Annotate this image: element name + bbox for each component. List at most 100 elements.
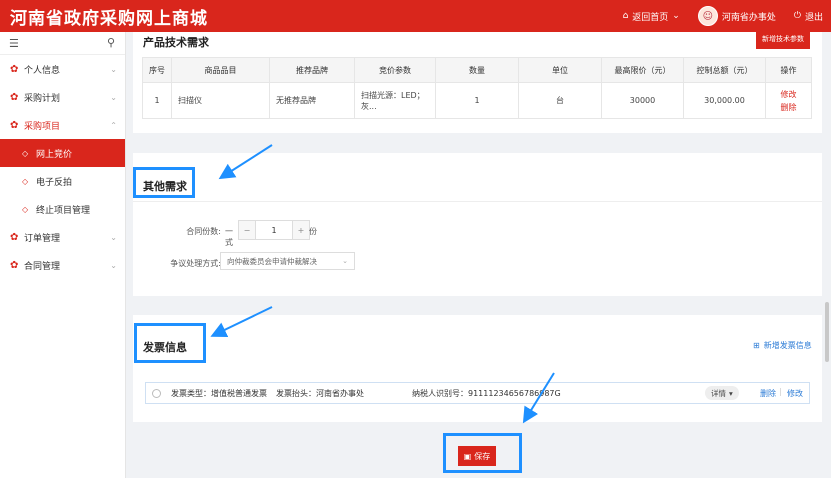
link-separator: | — [779, 387, 782, 396]
detail-dropdown[interactable]: 详情 ▾ — [705, 386, 739, 400]
column-header: 推荐品牌 — [269, 57, 355, 83]
section-title: 其他需求 — [143, 180, 187, 193]
column-header: 操作 — [765, 57, 812, 83]
sidebar-subitem-label: 终止项目管理 — [36, 205, 91, 216]
flower-icon: ✿ — [10, 119, 19, 131]
cell-unit: 台 — [518, 82, 602, 119]
add-invoice-label: 新增发票信息 — [763, 341, 812, 350]
column-header: 商品品目 — [171, 57, 270, 83]
invoice-card: 发票信息 ⊞ 新增发票信息 发票类型：增值税普通发票 发票抬头：河南省办事处 纳… — [133, 315, 822, 422]
invoice-type: 发票类型：增值税普通发票 — [171, 388, 267, 398]
radio-button[interactable] — [152, 388, 161, 398]
sidebar-item-order-management[interactable]: ✿ 订单管理 ⌄ — [0, 223, 125, 251]
home-link[interactable]: ⌂ 返回首页 ⌄ — [623, 10, 680, 23]
cell-no: 1 — [142, 82, 172, 119]
increment-button[interactable]: + — [293, 221, 309, 239]
table-header-row: 序号 商品品目 推荐品牌 竞价参数 数量 单位 最高限价（元） 控制总额（元） … — [142, 57, 812, 83]
invoice-tax-id: 纳税人识别号：911112346567869​87G — [412, 388, 561, 398]
divider — [133, 201, 822, 202]
sidebar-item-label: 合同管理 — [24, 261, 61, 272]
diamond-icon: ◇ — [22, 148, 29, 158]
chevron-down-icon: ⌄ — [342, 257, 348, 265]
invoice-delete-link[interactable]: 删除 — [760, 388, 776, 399]
sidebar-item-label: 个人信息 — [24, 65, 61, 76]
delete-link[interactable]: 删除 — [767, 101, 810, 114]
save-label: 保存 — [474, 451, 491, 461]
invoice-item[interactable]: 发票类型：增值税普通发票 发票抬头：河南省办事处 纳税人识别号：91111234… — [145, 382, 810, 404]
dispute-select[interactable]: 向仲裁委员会申请仲裁解决 ⌄ — [220, 252, 355, 270]
sidebar-item-label: 采购项目 — [24, 121, 61, 132]
chevron-down-icon: ⌄ — [110, 64, 117, 74]
sidebar-subitem-reverse-auction[interactable]: ◇ 电子反拍 — [0, 167, 125, 195]
invoice-header: 发票抬头：河南省办事处 — [276, 388, 364, 398]
column-header: 数量 — [435, 57, 519, 83]
home-label: 返回首页 — [632, 12, 669, 23]
top-bar: 河南省政府采购网上商城 ⌂ 返回首页 ⌄ ☺ 河南省办事处 ⏻ 退出 — [0, 0, 831, 32]
user-menu[interactable]: ☺ 河南省办事处 — [697, 6, 776, 26]
cell-total: 30,000.00 — [683, 82, 766, 119]
logout-label: 退出 — [804, 12, 823, 23]
sidebar-item-purchase-plan[interactable]: ✿ 采购计划 ⌄ — [0, 83, 125, 111]
sidebar-subitem-label: 电子反拍 — [36, 177, 73, 188]
cell-actions: 修改 删除 — [765, 82, 812, 119]
add-tech-param-button[interactable]: 新增技术参数 — [756, 29, 810, 49]
other-requirements-card: 其他需求 合同份数: 一式 − 1 + 份 争议处理方式: 向仲裁委员会申请仲裁… — [133, 153, 822, 296]
save-button[interactable]: ▣ 保存 — [458, 446, 496, 466]
copies-prefix: 一式 — [225, 227, 233, 247]
diamond-icon: ◇ — [22, 204, 29, 214]
chevron-down-icon: ⌄ — [110, 232, 117, 242]
flower-icon: ✿ — [10, 259, 19, 271]
section-title: 产品技术需求 — [143, 36, 209, 49]
avatar: ☺ — [697, 6, 718, 26]
power-icon: ⏻ — [793, 11, 801, 21]
logout-button[interactable]: ⏻ 退出 — [794, 10, 823, 23]
add-icon: ⊞ — [753, 341, 760, 350]
home-icon: ⌂ — [622, 11, 629, 21]
caret-down-icon: ▾ — [729, 388, 733, 398]
add-invoice-button[interactable]: ⊞ 新增发票信息 — [753, 340, 812, 351]
column-header: 最高限价（元） — [601, 57, 684, 83]
tech-requirements-card: 产品技术需求 新增技术参数 序号 商品品目 推荐品牌 竞价参数 数量 单位 最高… — [133, 29, 822, 133]
sidebar-subitem-terminated-projects[interactable]: ◇ 终止项目管理 — [0, 195, 125, 223]
dispute-value: 向仲裁委员会申请仲裁解决 — [227, 256, 317, 266]
sidebar-item-personal-info[interactable]: ✿ 个人信息 ⌄ — [0, 55, 125, 83]
chevron-down-icon: ⌄ — [672, 11, 680, 21]
pin-icon[interactable]: ⚲ — [107, 36, 115, 49]
save-icon: ▣ — [463, 451, 472, 461]
sidebar-header: ☰ ⚲ — [0, 32, 125, 55]
column-header: 单位 — [518, 57, 602, 83]
tech-table: 序号 商品品目 推荐品牌 竞价参数 数量 单位 最高限价（元） 控制总额（元） … — [142, 57, 812, 119]
flower-icon: ✿ — [10, 63, 19, 75]
sidebar-item-label: 订单管理 — [24, 233, 61, 244]
flower-icon: ✿ — [10, 231, 19, 243]
column-header: 竞价参数 — [354, 57, 436, 83]
sidebar-subitem-online-bidding[interactable]: ◇ 网上竞价 — [0, 139, 125, 167]
table-row: 1 扫描仪 无推荐品牌 扫描光源：LED；灰... 1 台 30000 30,0… — [142, 82, 812, 119]
copies-suffix: 份 — [309, 227, 317, 236]
site-title: 河南省政府采购网上商城 — [10, 9, 208, 29]
sidebar-item-purchase-project[interactable]: ✿ 采购项目 ⌃ — [0, 111, 125, 139]
cell-brand: 无推荐品牌 — [269, 82, 355, 119]
invoice-edit-link[interactable]: 修改 — [787, 388, 803, 399]
user-name: 河南省办事处 — [721, 12, 776, 23]
sidebar-item-contract-management[interactable]: ✿ 合同管理 ⌄ — [0, 251, 125, 279]
cell-max-price: 30000 — [601, 82, 684, 119]
decrement-button[interactable]: − — [239, 221, 255, 239]
column-header: 控制总额（元） — [683, 57, 766, 83]
diamond-icon: ◇ — [22, 176, 29, 186]
chevron-down-icon: ⌄ — [110, 92, 117, 102]
edit-link[interactable]: 修改 — [767, 88, 810, 101]
chevron-up-icon: ⌃ — [110, 120, 117, 130]
sidebar-item-label: 采购计划 — [24, 93, 61, 104]
cell-qty: 1 — [435, 82, 519, 119]
flower-icon: ✿ — [10, 91, 19, 103]
copies-label: 合同份数: — [186, 227, 221, 236]
detail-label: 详情 — [711, 388, 726, 398]
cell-params: 扫描光源：LED；灰... — [354, 82, 436, 119]
sidebar: ☰ ⚲ ✿ 个人信息 ⌄ ✿ 采购计划 ⌄ ✿ 采购项目 ⌃ ◇ 网上竞价 ◇ … — [0, 32, 126, 478]
scrollbar[interactable] — [825, 302, 829, 362]
menu-icon[interactable]: ☰ — [9, 37, 19, 50]
copies-value[interactable]: 1 — [255, 221, 293, 239]
section-title: 发票信息 — [143, 341, 187, 354]
copies-stepper[interactable]: − 1 + — [238, 220, 310, 240]
